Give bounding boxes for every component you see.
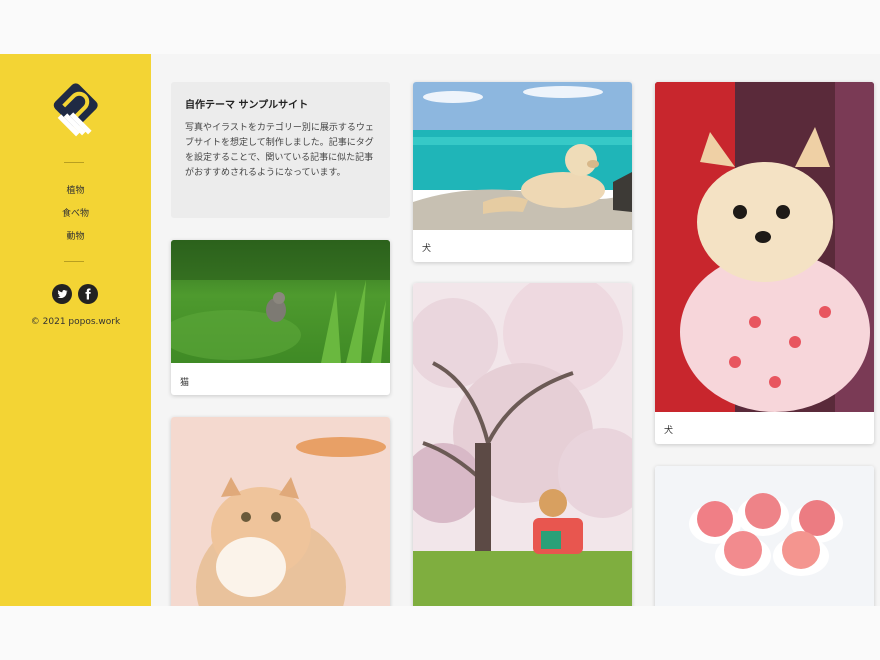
copyright: © 2021 popos.work (30, 317, 121, 327)
article-card-pomeranian[interactable]: 犬 (655, 82, 874, 444)
intro-box: 自作テーマ サンプルサイト 写真やイラストをカテゴリー別に展示するウェブサイトを… (171, 82, 390, 218)
beach-dog-photo (413, 82, 632, 230)
nav-item-plants[interactable]: 植物 (0, 183, 151, 196)
card-caption: 猫 (180, 378, 190, 388)
peaches-photo (655, 466, 874, 606)
nav-item-animals[interactable]: 動物 (0, 229, 151, 242)
intro-text: 写真やイラストをカテゴリー別に展示するウェブサイトを想定して制作しました。記事に… (185, 123, 374, 178)
divider (64, 162, 84, 163)
divider (64, 261, 84, 262)
article-card-scottish-fold[interactable] (171, 417, 390, 606)
card-caption: 犬 (664, 426, 674, 436)
article-card-beach-dog[interactable]: 犬 (413, 82, 632, 262)
sidebar: 植物 食べ物 動物 © 2021 popos.work (0, 54, 151, 606)
facebook-icon[interactable] (78, 284, 98, 304)
article-card-sakura-dog[interactable] (413, 283, 632, 606)
intro-title: 自作テーマ サンプルサイト (185, 100, 309, 111)
cat-grass-photo (171, 240, 390, 363)
nav-item-food[interactable]: 食べ物 (0, 206, 151, 219)
card-caption: 犬 (422, 244, 432, 254)
article-card-cat[interactable]: 猫 (171, 240, 390, 395)
page-frame: 植物 食べ物 動物 © 2021 popos.work 自作テーマ サンプルサイ… (0, 54, 880, 606)
scottish-fold-photo (171, 417, 390, 606)
twitter-icon[interactable] (52, 284, 72, 304)
sakura-dog-photo (413, 283, 632, 606)
site-logo-icon[interactable] (52, 82, 98, 140)
pomeranian-photo (655, 82, 874, 412)
article-card-peaches[interactable] (655, 466, 874, 606)
